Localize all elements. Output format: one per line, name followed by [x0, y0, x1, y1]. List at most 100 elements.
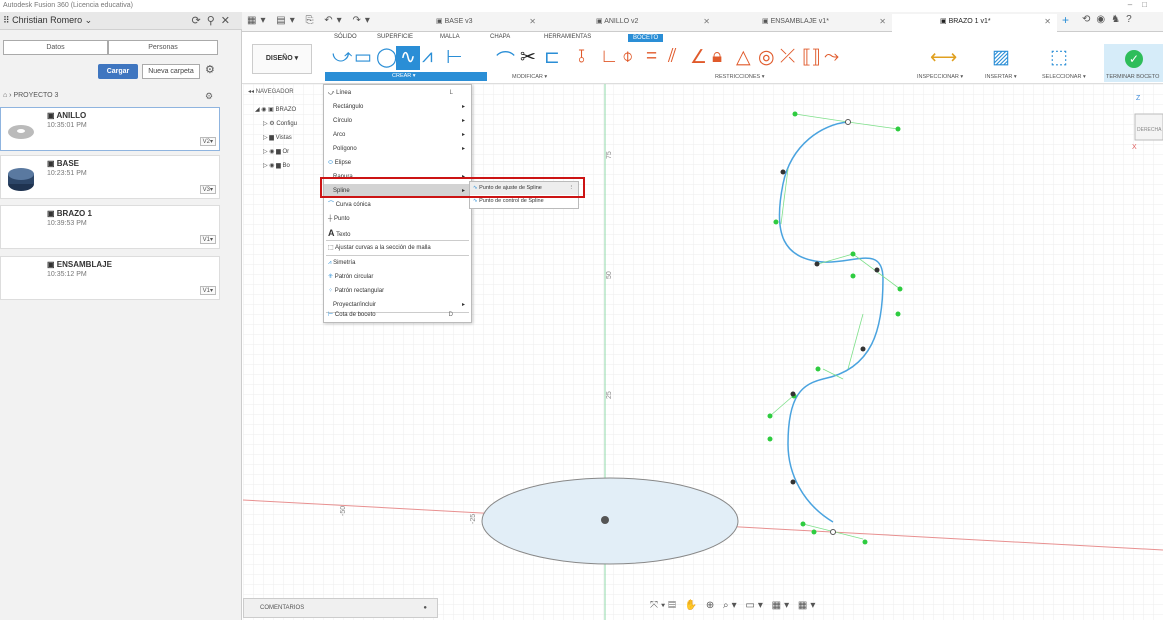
file-item[interactable]: ▣ ANILLO 10:35:01 PM V2▾	[0, 107, 220, 151]
ribbon-tab-solido[interactable]: SÓLIDO	[334, 34, 357, 40]
breadcrumb[interactable]: ⌂ › PROYECTO 3	[3, 92, 58, 99]
browser-row[interactable]: ▷ ▆ Vistas	[255, 131, 325, 145]
user-name[interactable]: ⠿ Christian Romero ⌄	[3, 15, 92, 26]
fix-icon[interactable]: 🔒︎	[712, 46, 722, 68]
version-badge[interactable]: V1▾	[199, 235, 216, 244]
comments-panel[interactable]: COMENTARIOS ●	[243, 598, 438, 618]
workspace-switcher[interactable]: DISEÑO ▾	[252, 44, 312, 74]
menu-shortcut: L	[449, 90, 453, 96]
mirror-tool-icon[interactable]: ⩘	[422, 46, 433, 68]
menu-item-label: Círculo	[333, 118, 353, 124]
menu-item-patron-rectangular[interactable]: ⁘ Patrón rectangular	[324, 284, 471, 298]
select-icon[interactable]: ⬚	[1050, 46, 1068, 69]
project-settings-icon[interactable]: ⚙	[205, 91, 213, 102]
smooth-icon[interactable]: ⟦⟧	[802, 46, 821, 69]
version-badge[interactable]: V3▾	[199, 185, 216, 194]
document-tab-bar: ▦▾ ▤▾ ⎘ ↶▾ ↷▾ ▣ BASE v3 ✕ ▣ ANILLO v2 ✕ ▣ …	[242, 12, 1163, 32]
symmetry-icon[interactable]: ⤫	[780, 46, 795, 68]
upload-button[interactable]: Cargar	[98, 64, 138, 79]
menu-item-punto[interactable]: ┼ Punto	[324, 212, 471, 226]
menu-item-poligono[interactable]: Polígono ▸	[324, 142, 471, 156]
ribbon-tab-boceto[interactable]: BOCETO	[628, 34, 664, 42]
ellipse-profile[interactable]	[481, 477, 739, 565]
file-name: ▣ ANILLO	[47, 111, 87, 120]
modificar-label[interactable]: MODIFICAR ▾	[512, 74, 547, 80]
browser-row[interactable]: ▷ ⚙ Configu	[255, 117, 325, 131]
curvature-icon[interactable]: ⤳	[824, 46, 839, 68]
perpendicular-icon[interactable]: ∟	[600, 46, 619, 68]
collinear-icon[interactable]: ∠	[690, 46, 707, 69]
doc-tab[interactable]: ▣ ENSAMBLAJE v1* ✕	[762, 14, 892, 32]
refresh-icon[interactable]: ⟳	[192, 15, 207, 27]
insertar-label[interactable]: INSERTAR ▾	[985, 74, 1017, 80]
menu-item-ajustar-curvas[interactable]: ⬚ Ajustar curvas a la sección de malla	[324, 241, 471, 255]
menu-item-arco[interactable]: Arco ▸	[324, 128, 471, 142]
account-icons[interactable]: ⟲◉♞?	[1082, 14, 1138, 25]
doc-tab-active[interactable]: ▣ BRAZO 1 v1* ✕	[892, 14, 1057, 32]
concentric-icon[interactable]: ◎	[758, 46, 775, 69]
rectangle-tool-icon[interactable]: ▭	[354, 46, 372, 69]
search-icon[interactable]: ⚲	[207, 15, 221, 27]
new-tab-icon[interactable]: +	[1062, 13, 1069, 27]
menu-item-simetria[interactable]: ⩘ Simetría	[324, 256, 471, 270]
menu-item-elipse[interactable]: ⬭ Elipse	[324, 156, 471, 170]
spline-tool-icon[interactable]: ∿	[396, 46, 420, 70]
gear-icon[interactable]: ⚙	[205, 63, 215, 76]
version-badge[interactable]: V1▾	[199, 286, 216, 295]
midpoint-icon[interactable]: △	[736, 46, 751, 69]
trim-tool-icon[interactable]: ✂	[520, 46, 536, 69]
ribbon-tab-superficie[interactable]: SUPERFICIE	[377, 34, 413, 40]
ribbon-tab-herramientas[interactable]: HERRAMIENTAS	[544, 34, 591, 40]
insert-image-icon[interactable]: ▨	[992, 46, 1010, 69]
terminar-label: TERMINAR BOCETO	[1106, 74, 1160, 80]
dimension-tool-icon[interactable]: ⊢	[446, 46, 463, 69]
parallel-icon[interactable]: ⫽	[668, 46, 676, 68]
doc-tab[interactable]: ▣ ANILLO v2 ✕	[596, 14, 716, 32]
tangent-icon[interactable]: ⌽	[622, 46, 633, 68]
ribbon-tab-malla[interactable]: MALLA	[440, 34, 460, 40]
seleccionar-label[interactable]: SELECCIONAR ▾	[1042, 74, 1086, 80]
menu-item-curva-conica[interactable]: ⌒ Curva cónica	[324, 198, 471, 212]
navigation-toolbar[interactable]: ⤧▾▤ ✋ ⊕ ⌕▾ ▭▾ ▦▾ ▦▾	[650, 600, 818, 611]
circle-tool-icon[interactable]: ◯	[376, 46, 397, 69]
doc-tab[interactable]: ▣ BASE v3 ✕	[422, 14, 542, 32]
new-folder-button[interactable]: Nueva carpeta	[142, 64, 200, 79]
inspeccionar-label[interactable]: INSPECCIONAR ▾	[917, 74, 963, 80]
menu-item-cota[interactable]: ⊢ Cota de boceto D	[324, 308, 471, 322]
browser-row[interactable]: ▷ ◉ ▆ Or	[255, 145, 325, 159]
tab-datos[interactable]: Datos	[3, 40, 108, 55]
file-item[interactable]: ▣ ENSAMBLAJE 10:35:12 PM V1▾	[0, 256, 220, 300]
measure-icon[interactable]: ⟷	[930, 46, 957, 69]
restricciones-label[interactable]: RESTRICCIONES ▾	[715, 74, 765, 80]
browser-row[interactable]: ◢ ◉ ▣ BRAZO	[255, 103, 325, 117]
close-tab-icon[interactable]: ✕	[879, 14, 886, 30]
close-icon[interactable]: ✕	[221, 15, 236, 27]
coincident-icon[interactable]: ⫱	[578, 46, 585, 68]
close-tab-icon[interactable]: ✕	[703, 14, 710, 30]
menu-item-linea[interactable]: ⤻ Línea L	[324, 86, 471, 100]
finish-sketch-button[interactable]: ✓ TERMINAR BOCETO	[1104, 44, 1163, 82]
file-item[interactable]: ▣ BASE 10:23:51 PM V3▾	[0, 155, 220, 199]
browser-row[interactable]: ▷ ◉ ▆ Bo	[255, 159, 325, 173]
quick-access-toolbar[interactable]: ▦▾ ▤▾ ⎘ ↶▾ ↷▾	[247, 15, 374, 26]
browser-title[interactable]: ◂◂ NAVEGADOR	[248, 88, 294, 95]
version-badge[interactable]: V2▾	[199, 137, 216, 146]
close-tab-icon[interactable]: ✕	[1044, 14, 1051, 30]
fillet-tool-icon[interactable]: ⌒	[496, 46, 515, 73]
tab-personas[interactable]: Personas	[108, 40, 218, 55]
window-controls[interactable]: –□	[1128, 0, 1157, 9]
equal-icon[interactable]: =	[646, 46, 657, 68]
offset-tool-icon[interactable]: ⊏	[544, 46, 560, 69]
comments-toggle-icon[interactable]: ●	[423, 599, 427, 617]
line-tool-icon[interactable]: ⤻	[332, 46, 352, 68]
menu-item-patron-circular[interactable]: ⁜ Patrón circular	[324, 270, 471, 284]
spline-endpoint[interactable]	[845, 119, 851, 125]
menu-item-texto[interactable]: A Texto	[324, 226, 471, 240]
file-item[interactable]: ▣ BRAZO 1 10:39:53 PM V1▾	[0, 205, 220, 249]
menu-item-rectangulo[interactable]: Rectángulo ▸	[324, 100, 471, 114]
spline-endpoint[interactable]	[830, 529, 836, 535]
rectangular-pattern-icon: ⁘	[328, 288, 334, 294]
menu-item-circulo[interactable]: Círculo ▸	[324, 114, 471, 128]
close-tab-icon[interactable]: ✕	[529, 14, 536, 30]
ribbon-tab-chapa[interactable]: CHAPA	[490, 34, 510, 40]
